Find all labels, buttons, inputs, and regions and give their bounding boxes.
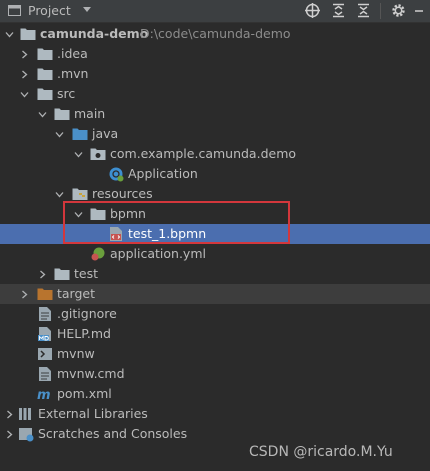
folder-icon (54, 108, 70, 120)
scratches-icon (19, 428, 34, 442)
folder-icon (37, 88, 53, 100)
excluded-folder-icon (37, 288, 53, 300)
tree-item-test[interactable]: test (0, 264, 430, 284)
gear-icon[interactable] (391, 3, 406, 18)
tree-item-label: src (57, 86, 76, 101)
chevron-right-icon[interactable] (38, 270, 47, 279)
tree-item-path: D:\code\camunda-demo (140, 26, 291, 41)
tree-item-resources[interactable]: resources (0, 184, 430, 204)
tree-item-label: application.yml (110, 246, 206, 261)
tree-item-label: .idea (57, 46, 88, 61)
libraries-icon (19, 408, 31, 420)
chevron-right-icon[interactable] (5, 410, 14, 419)
yaml-file-icon (91, 247, 105, 261)
tree-item-application[interactable]: Application (0, 164, 430, 184)
toolbar-separator (380, 3, 381, 19)
tree-item-label: camunda-demo (40, 26, 149, 41)
chevron-right-icon[interactable] (20, 290, 29, 299)
folder-icon (37, 68, 53, 80)
text-file-icon (39, 367, 51, 381)
tree-item-test-1-bpmn[interactable]: test_1.bpmn (0, 224, 430, 244)
tree-item-idea[interactable]: .idea (0, 44, 430, 64)
tree-item-help-md[interactable]: HELP.md (0, 324, 430, 344)
resources-folder-icon (72, 188, 88, 200)
tree-item-label: External Libraries (38, 406, 148, 421)
tree-item-label: .gitignore (57, 306, 117, 321)
folder-icon (54, 268, 70, 280)
tree-item-label: .mvn (57, 66, 89, 81)
chevron-right-icon[interactable] (20, 50, 29, 59)
minimize-icon[interactable] (414, 3, 424, 18)
tree-item-java[interactable]: java (0, 124, 430, 144)
tree-item-scratches[interactable]: Scratches and Consoles (0, 424, 430, 444)
tree-item-label: mvnw.cmd (57, 366, 125, 381)
chevron-down-icon[interactable] (5, 30, 14, 39)
svg-text:m: m (37, 388, 51, 402)
tree-item-label: test (74, 266, 99, 281)
tree-item-label: java (92, 126, 119, 141)
tree-item-gitignore[interactable]: .gitignore (0, 304, 430, 324)
tree-item-label: bpmn (110, 206, 146, 221)
chevron-down-icon[interactable] (20, 90, 29, 99)
tree-item-label: Application (128, 166, 198, 181)
expand-all-icon[interactable] (331, 3, 346, 18)
chevron-right-icon[interactable] (5, 430, 14, 439)
tree-item-bpmn-folder[interactable]: bpmn (0, 204, 430, 224)
tree-item-camunda-demo[interactable]: camunda-demo D:\code\camunda-demo (0, 24, 430, 44)
tree-item-package[interactable]: com.example.camunda.demo (0, 144, 430, 164)
tree-item-mvnw-cmd[interactable]: mvnw.cmd (0, 364, 430, 384)
collapse-all-icon[interactable] (356, 3, 371, 18)
tree-item-label: mvnw (57, 346, 95, 361)
tree-item-label: pom.xml (57, 386, 112, 401)
project-tool-window-header: Project (0, 0, 430, 23)
watermark: CSDN @ricardo.M.Yu (249, 444, 393, 460)
crosshair-icon[interactable] (305, 3, 320, 18)
chevron-down-icon[interactable] (74, 210, 83, 219)
tree-item-pom-xml[interactable]: m pom.xml (0, 384, 430, 404)
chevron-right-icon[interactable] (20, 70, 29, 79)
tree-item-label: com.example.camunda.demo (110, 146, 297, 161)
chevron-down-icon[interactable] (55, 130, 64, 139)
tree-item-label: test_1.bpmn (128, 226, 207, 241)
tree-item-mvn[interactable]: .mvn (0, 64, 430, 84)
package-icon (90, 148, 106, 160)
chevron-down-icon[interactable] (74, 150, 83, 159)
tree-item-mvnw[interactable]: mvnw (0, 344, 430, 364)
shell-script-icon (38, 348, 52, 360)
tree-item-application-yml[interactable]: application.yml (0, 244, 430, 264)
markdown-file-icon (38, 327, 51, 341)
tree-item-label: resources (92, 186, 153, 201)
text-file-icon (39, 307, 51, 321)
tree-item-src[interactable]: src (0, 84, 430, 104)
panel-title[interactable]: Project (28, 3, 71, 18)
chevron-down-icon[interactable] (38, 110, 47, 119)
tree-item-main[interactable]: main (0, 104, 430, 124)
chevron-down-icon[interactable] (55, 190, 64, 199)
tree-item-label: Scratches and Consoles (38, 426, 188, 441)
spring-class-icon (109, 167, 124, 182)
tree-item-label: main (74, 106, 106, 121)
tree-item-external-libraries[interactable]: External Libraries (0, 404, 430, 424)
folder-icon (37, 48, 53, 60)
project-view-icon (8, 5, 21, 16)
tree-item-label: target (57, 286, 96, 301)
folder-icon (90, 208, 106, 220)
chevron-down-icon[interactable] (83, 7, 91, 13)
maven-icon: m (37, 388, 51, 402)
source-folder-icon (72, 128, 88, 140)
folder-icon (20, 28, 36, 40)
tree-item-target[interactable]: target (0, 284, 430, 304)
xml-file-icon (110, 227, 122, 241)
tree-item-label: HELP.md (57, 326, 111, 341)
